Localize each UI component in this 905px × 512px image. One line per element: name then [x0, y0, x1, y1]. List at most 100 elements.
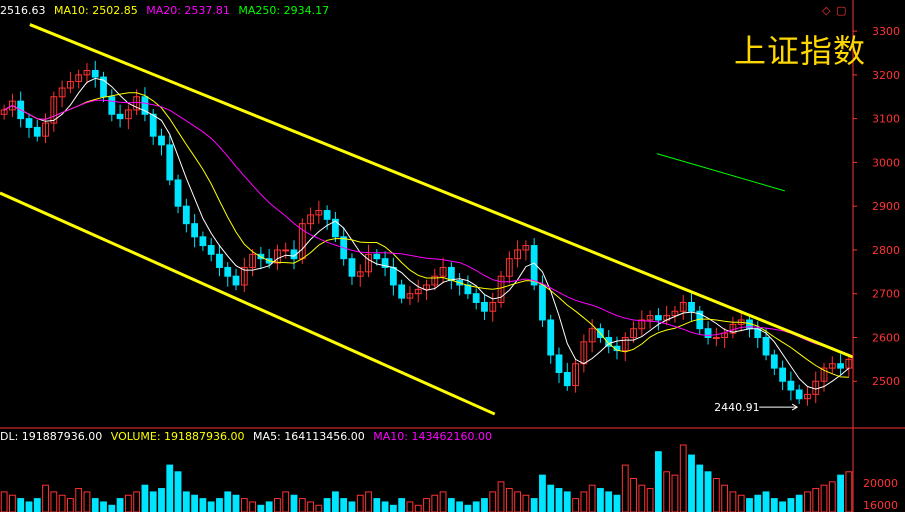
candle-body: [166, 144, 174, 181]
volume-bar: [431, 494, 439, 512]
chart-controls[interactable]: ◇ ▢: [820, 4, 846, 17]
candle-body: [232, 275, 240, 286]
volume-bar: [58, 494, 66, 512]
volume-bar: [704, 471, 712, 512]
volume-bar: [746, 498, 753, 512]
candle-body: [547, 319, 555, 356]
channel-upper: [29, 23, 854, 359]
candle-body: [563, 371, 571, 387]
volume-bar: [812, 488, 820, 512]
volume-bar: [588, 484, 596, 512]
volume-bar: [654, 451, 662, 512]
volume-bar: [75, 488, 83, 512]
candle-body: [373, 253, 381, 260]
volume-bar: [91, 498, 99, 512]
volume-bar: [820, 484, 828, 512]
candle-body: [555, 354, 563, 373]
ma250-segment: [656, 153, 785, 192]
candle-body: [837, 363, 844, 369]
volume-bar: [141, 484, 149, 512]
y-tick-label: 2700: [872, 288, 900, 301]
volume-bar: [754, 494, 762, 512]
candle-body: [389, 266, 397, 286]
volume-bar: [174, 471, 182, 512]
volume-bar: [464, 504, 472, 512]
candle-body: [33, 126, 41, 137]
legend-ma10: MA10: 2502.85: [54, 4, 138, 17]
candle-body: [216, 253, 223, 268]
volume-bar: [621, 464, 629, 512]
volume-bar: [124, 494, 132, 512]
volume-bar: [348, 501, 356, 512]
volume-bar: [456, 501, 464, 512]
square-icon[interactable]: ▢: [836, 4, 846, 17]
volume-bar: [646, 488, 654, 512]
volume-bar: [66, 498, 74, 512]
volume-bars: [0, 444, 853, 512]
candle-body: [158, 135, 165, 146]
candle-body: [654, 315, 662, 321]
y-tick-label: 2600: [872, 331, 900, 344]
volume-tick-label: 20000: [863, 477, 898, 490]
volume-bar: [166, 464, 174, 512]
volume-bar: [323, 498, 331, 512]
volume-bar: [547, 484, 555, 512]
candle-body: [282, 249, 290, 252]
volume-bar: [563, 491, 571, 512]
volume-bar: [356, 494, 364, 512]
volume-bar: [770, 498, 778, 512]
y-tick-label: 3300: [872, 25, 900, 38]
volume-bar: [42, 484, 49, 512]
candle-body: [712, 336, 720, 339]
volume-bar: [638, 484, 646, 512]
candle-body: [795, 389, 803, 400]
low-annotation: 2440.91: [714, 401, 760, 414]
volume-bar: [837, 474, 844, 512]
candle-body: [199, 236, 207, 247]
volume-bar: [389, 504, 397, 512]
volume-bar: [25, 501, 33, 512]
y-tick-label: 2800: [872, 244, 900, 257]
volume-bar: [199, 498, 207, 512]
volume-bar: [232, 494, 240, 512]
volume-bar: [605, 491, 613, 512]
candle-body: [688, 301, 695, 312]
ma20-line: [3, 99, 850, 355]
volume-bar: [447, 498, 455, 512]
candlesticks: [0, 60, 853, 406]
candle-body: [108, 96, 116, 115]
candle-body: [182, 205, 190, 225]
candle-body: [25, 118, 33, 128]
volume-bar: [290, 494, 298, 512]
volume-bar: [729, 491, 737, 512]
volume-bar: [257, 504, 265, 512]
y-tick-label: 3000: [872, 156, 900, 169]
volume-bar: [149, 491, 157, 512]
volume-bar: [100, 501, 107, 512]
volume-bar: [207, 501, 215, 512]
moving-averages: [3, 77, 850, 390]
volume-bar: [240, 498, 248, 512]
ma-legend: 2516.63 MA10: 2502.85 MA20: 2537.81 MA25…: [0, 4, 334, 17]
legend-vol-ma5: MA5: 164113456.00: [253, 430, 365, 443]
volume-bar: [472, 501, 480, 512]
volume-bar: [597, 488, 604, 512]
legend-volume: VOLUME: 191887936.00: [110, 430, 245, 443]
volume-bar: [630, 478, 637, 512]
y-tick-label: 3100: [872, 113, 900, 126]
volume-bar: [481, 498, 488, 512]
volume-bar: [315, 504, 323, 512]
volume-bar: [224, 491, 232, 512]
candle-body: [91, 70, 99, 78]
index-title: 上证指数: [734, 32, 867, 70]
volume-bar: [158, 488, 165, 512]
diamond-icon[interactable]: ◇: [822, 4, 830, 17]
volume-bar: [406, 501, 414, 512]
candle-body: [207, 245, 215, 255]
volume-bar: [83, 491, 91, 512]
volume-bar: [439, 491, 447, 512]
volume-bar: [530, 498, 538, 512]
candle-body: [174, 179, 182, 207]
volume-bar: [779, 501, 787, 512]
volume-bar: [580, 491, 588, 512]
